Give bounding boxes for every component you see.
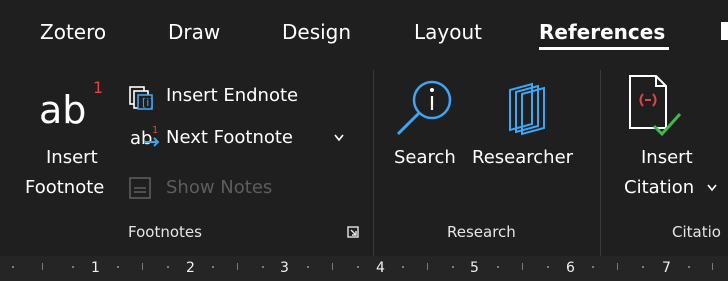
ruler-tick (617, 263, 618, 270)
tab-layout[interactable]: Layout (414, 20, 482, 44)
chevron-down-icon[interactable] (334, 134, 344, 142)
ruler-tick (42, 263, 43, 270)
tab-references[interactable]: References (539, 20, 665, 44)
ruler-tick (72, 266, 74, 268)
dialog-launcher-icon[interactable] (347, 226, 359, 238)
ruler-number: 7 (662, 260, 671, 276)
ruler-tick (522, 263, 523, 270)
footnote-icon: ab 1 (37, 78, 103, 136)
ruler-tick (497, 266, 499, 268)
tab-partial[interactable] (721, 22, 728, 40)
next-footnote-button[interactable]: Next Footnote (166, 127, 293, 148)
show-notes-button[interactable]: Show Notes (166, 177, 272, 198)
insert-endnote-button[interactable]: Insert Endnote (166, 85, 298, 106)
ruler-tick (262, 266, 264, 268)
ruler-number: 3 (280, 260, 289, 276)
insert-footnote-label-2[interactable]: Footnote (25, 177, 104, 198)
ruler-tick (402, 266, 404, 268)
svg-text:[i]: [i] (142, 96, 154, 109)
tab-draw[interactable]: Draw (168, 20, 220, 44)
show-notes-icon (128, 176, 152, 200)
footnote-icon-sup: 1 (93, 78, 104, 97)
ruler-tick (237, 263, 238, 270)
search-icon (394, 76, 456, 138)
ruler-tick (12, 266, 14, 268)
ruler-tick (332, 263, 333, 270)
ruler-tick (307, 266, 309, 268)
citations-group-label: Citatio (672, 223, 721, 241)
insert-footnote-label-1[interactable]: Insert (46, 147, 98, 168)
ruler-tick (427, 263, 428, 270)
ruler-number: 6 (566, 260, 575, 276)
tab-zotero[interactable]: Zotero (40, 20, 106, 44)
research-group-label: Research (447, 223, 516, 241)
ruler-number: 4 (376, 260, 385, 276)
ruler-tick (688, 266, 690, 268)
ruler-number: 1 (91, 260, 100, 276)
ruler-tick (452, 266, 454, 268)
next-footnote-icon: ab 1 (130, 124, 162, 150)
insert-citation-icon (626, 72, 686, 138)
insert-citation-label-1[interactable]: Insert (641, 147, 693, 168)
tab-design[interactable]: Design (282, 20, 351, 44)
ruler-tick (117, 266, 119, 268)
svg-text:1: 1 (152, 125, 158, 136)
ruler-tick (547, 266, 549, 268)
insert-citation-label-2[interactable]: Citation (624, 177, 694, 198)
group-separator (373, 70, 374, 280)
ruler-tick (592, 266, 594, 268)
ruler-number: 5 (470, 260, 479, 276)
group-separator (600, 70, 601, 280)
researcher-icon (502, 80, 552, 136)
footnote-icon-text: ab (39, 88, 87, 132)
researcher-button[interactable]: Researcher (472, 147, 573, 168)
footnotes-group-label: Footnotes (128, 223, 202, 241)
ruler-tick (712, 263, 713, 270)
endnote-icon: [i] (128, 86, 158, 110)
ruler-number: 2 (186, 260, 195, 276)
active-tab-indicator (539, 47, 669, 50)
svg-text:ab: ab (130, 128, 152, 149)
ruler-tick (642, 266, 644, 268)
ruler-tick (212, 266, 214, 268)
ruler-tick (142, 263, 143, 270)
ruler[interactable] (0, 256, 728, 281)
ruler-tick (357, 266, 359, 268)
search-button[interactable]: Search (394, 147, 456, 168)
ruler-tick (167, 266, 169, 268)
chevron-down-icon[interactable] (707, 184, 717, 192)
